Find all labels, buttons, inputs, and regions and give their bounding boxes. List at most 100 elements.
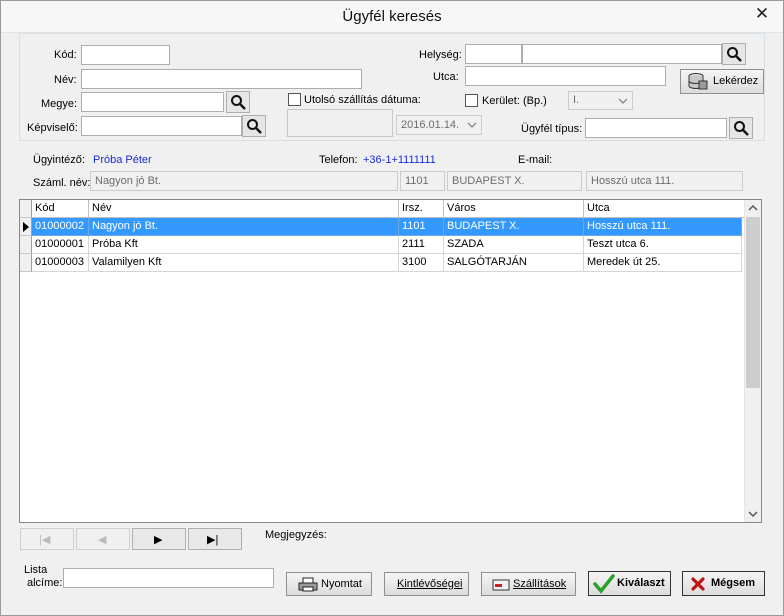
lekerdez-button[interactable]: Lekérdez	[680, 69, 764, 94]
database-icon	[688, 73, 708, 90]
kod-label: Kód:	[54, 49, 77, 61]
cell-irsz: 1101	[399, 218, 444, 236]
cell-utca: Meredek út 25.	[584, 254, 742, 272]
helyseg-search-button[interactable]	[722, 43, 746, 65]
cell-kod: 01000001	[32, 236, 89, 254]
column-header-nev[interactable]: Név	[89, 200, 399, 218]
cell-nev: Próba Kft	[89, 236, 399, 254]
kepviselo-search-button[interactable]	[242, 115, 266, 137]
utolso-szallitas-label: Utolsó szállítás dátuma:	[304, 94, 421, 106]
szallitasok-button[interactable]: Szállítások	[481, 572, 576, 596]
x-icon	[691, 577, 705, 591]
ugyintezo-value: Próba Péter	[93, 154, 152, 166]
row-indicator	[20, 254, 32, 272]
scroll-thumb[interactable]	[746, 217, 760, 388]
cell-irsz: 3100	[399, 254, 444, 272]
lista-alcime-input[interactable]	[63, 568, 274, 588]
chevron-down-icon	[467, 122, 477, 128]
vertical-scrollbar[interactable]	[744, 200, 761, 522]
prev-icon: ◀	[98, 534, 107, 546]
envelope-icon	[492, 579, 510, 591]
date-panel	[287, 109, 393, 137]
cell-nev: Valamilyen Kft	[89, 254, 399, 272]
kerulet-value: I.	[573, 94, 580, 106]
customer-table[interactable]: Kód Név Irsz. Város Utca 01000002 Nagyon…	[19, 199, 762, 523]
table-header: Kód Név Irsz. Város Utca	[20, 200, 744, 218]
szallitasok-label: Szállítások	[513, 578, 567, 590]
window-title: Ügyfél keresés	[342, 8, 442, 25]
search-icon	[727, 47, 742, 62]
megye-search-button[interactable]	[226, 91, 250, 113]
megsem-label: Mégsem	[711, 577, 756, 589]
close-icon[interactable]: ✕	[747, 3, 777, 25]
cell-irsz: 2111	[399, 236, 444, 254]
helyseg-input[interactable]	[522, 44, 722, 64]
utolso-szallitas-checkbox[interactable]	[288, 93, 301, 106]
kod-input[interactable]	[81, 45, 170, 65]
irsz-value: 1101	[405, 175, 429, 187]
helyseg-irsz-input[interactable]	[465, 44, 522, 64]
megye-input[interactable]	[81, 92, 224, 112]
customer-search-window: Ügyfél keresés ✕ Kód: Név: Megye: Képvis…	[0, 0, 784, 616]
row-indicator	[20, 236, 32, 254]
title-bar: Ügyfél keresés ✕	[1, 1, 783, 33]
kerulet-label: Kerület: (Bp.)	[482, 95, 547, 107]
megye-label: Megye:	[41, 98, 78, 110]
table-row[interactable]: 01000003 Valamilyen Kft 3100 SALGÓTARJÁN…	[20, 254, 744, 272]
next-icon: ▶	[154, 534, 163, 546]
kerulet-select[interactable]: I.	[568, 91, 633, 110]
column-header-kod[interactable]: Kód	[32, 200, 89, 218]
first-record-button[interactable]: |◀	[20, 528, 74, 550]
ugyfel-tipus-label: Ügyfél típus:	[521, 123, 583, 135]
cell-kod: 01000002	[32, 218, 89, 236]
current-row-arrow-icon	[23, 222, 29, 232]
kivalaszt-button[interactable]: Kiválaszt	[588, 571, 671, 596]
megsem-button[interactable]: Mégsem	[682, 571, 765, 596]
helyseg-label: Helység:	[419, 49, 462, 61]
cell-varos: SALGÓTARJÁN	[444, 254, 584, 272]
varos-value: BUDAPEST X.	[452, 175, 525, 187]
kepviselo-label: Képviselő:	[27, 122, 78, 134]
irsz-field: 1101	[400, 171, 445, 191]
scroll-down-icon[interactable]	[748, 510, 758, 518]
kepviselo-input[interactable]	[81, 116, 242, 136]
kivalaszt-label: Kiválaszt	[617, 577, 665, 589]
utca-input[interactable]	[465, 66, 666, 86]
cell-nev: Nagyon jó Bt.	[89, 218, 399, 236]
telefon-value: +36-1+1111111	[363, 154, 436, 166]
cell-utca: Hosszú utca 111.	[584, 218, 742, 236]
kintlevosegei-button[interactable]: Kintlévőségei	[384, 572, 469, 596]
nyomtat-button[interactable]: Nyomtat	[286, 572, 372, 596]
column-header-irsz[interactable]: Irsz.	[399, 200, 444, 218]
kerulet-checkbox[interactable]	[465, 94, 478, 107]
email-label: E-mail:	[518, 154, 553, 166]
utolso-szallitas-date[interactable]: 2016.01.14.	[396, 115, 482, 135]
prev-record-button[interactable]: ◀	[76, 528, 130, 550]
column-header-varos[interactable]: Város	[444, 200, 584, 218]
nyomtat-label: Nyomtat	[321, 578, 362, 590]
varos-field: BUDAPEST X.	[447, 171, 582, 191]
ugyfel-tipus-search-button[interactable]	[729, 117, 753, 139]
szaml-nev-value: Nagyon jó Bt.	[95, 175, 162, 187]
date-value: 2016.01.14.	[401, 119, 460, 131]
ugyfel-tipus-input[interactable]	[585, 118, 727, 138]
utca-value: Hosszú utca 111.	[591, 175, 675, 187]
search-icon	[247, 119, 262, 134]
lekerdez-label: Lekérdez	[713, 75, 759, 87]
table-row[interactable]: 01000001 Próba Kft 2111 SZADA Teszt utca…	[20, 236, 744, 254]
last-record-button[interactable]: ▶|	[188, 528, 242, 550]
szaml-nev-label: Száml. név:	[33, 177, 91, 189]
lista-label-line2: alcíme:	[27, 577, 63, 589]
szaml-nev-field: Nagyon jó Bt.	[90, 171, 398, 191]
next-record-button[interactable]: ▶	[132, 528, 186, 550]
nev-input[interactable]	[81, 69, 362, 89]
telefon-label: Telefon:	[319, 154, 358, 166]
search-icon	[231, 95, 246, 110]
cell-varos: BUDAPEST X.	[444, 218, 584, 236]
megjegyzes-label: Megjegyzés:	[265, 529, 327, 541]
column-header-utca[interactable]: Utca	[584, 200, 744, 218]
scroll-up-icon[interactable]	[748, 204, 758, 212]
cell-utca: Teszt utca 6.	[584, 236, 742, 254]
chevron-down-icon	[618, 98, 628, 104]
table-row[interactable]: 01000002 Nagyon jó Bt. 1101 BUDAPEST X. …	[20, 218, 744, 236]
